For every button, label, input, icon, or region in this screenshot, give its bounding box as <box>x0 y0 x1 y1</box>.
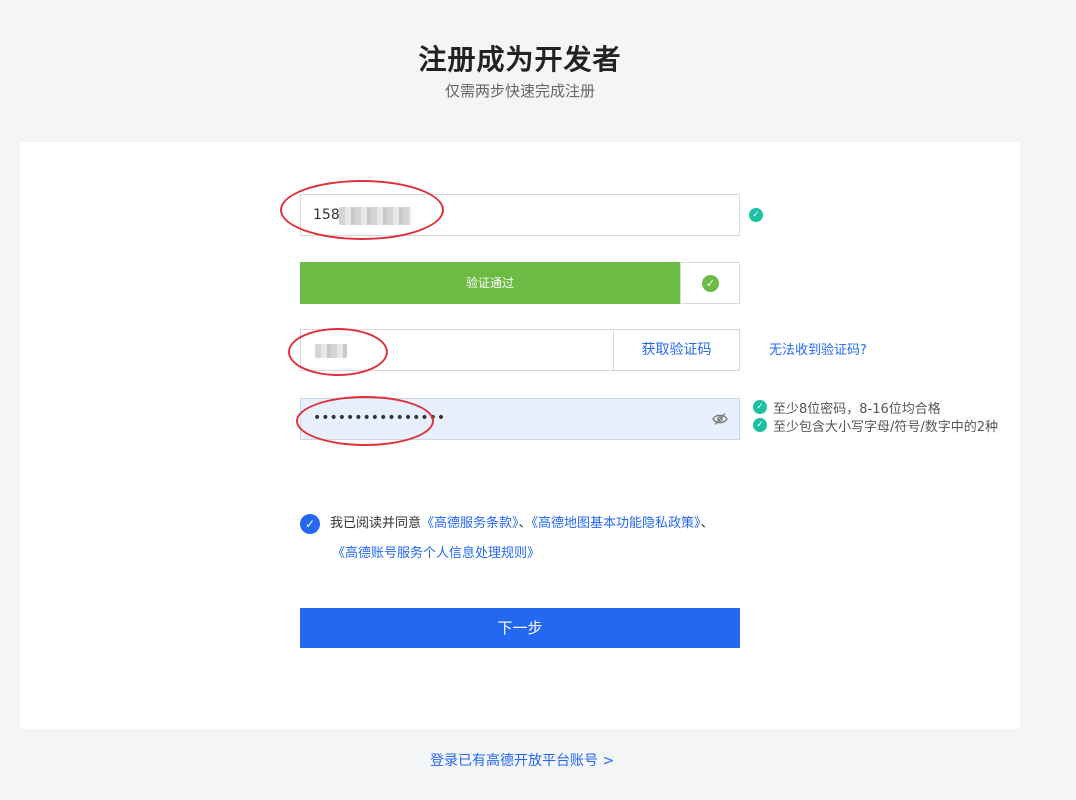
captcha-slider[interactable]: 验证通过 ✓ <box>300 262 740 304</box>
phone-input[interactable]: 158 <box>300 194 740 236</box>
agreement-text: 我已阅读并同意《高德服务条款》、《高德地图基本功能隐私政策》、 <box>330 516 714 531</box>
next-step-button[interactable]: 下一步 <box>300 608 740 648</box>
agreement-checkbox[interactable]: ✓ <box>300 514 320 534</box>
login-existing-account-link[interactable]: 登录已有高德开放平台账号 > <box>430 750 614 770</box>
check-circle-icon: ✓ <box>753 400 767 414</box>
password-hint-charset: ✓ 至少包含大小写字母/符号/数字中的2种 <box>753 416 998 435</box>
registration-card: 158 ✓ 验证通过 ✓ 获取验证码 无法收到验证码? ••••••••••••… <box>20 142 1020 729</box>
phone-valid-icon: ✓ <box>749 208 763 222</box>
eye-off-icon[interactable] <box>712 412 728 426</box>
blurred-code <box>315 344 347 358</box>
page-subtitle: 仅需两步快速完成注册 <box>444 82 595 100</box>
check-circle-icon: ✓ <box>702 275 719 292</box>
password-value: •••••••••••••••• <box>313 410 446 426</box>
agreement-text-line2: 《高德账号服务个人信息处理规则》 <box>332 544 540 564</box>
get-code-button[interactable]: 获取验证码 <box>613 330 739 370</box>
captcha-handle[interactable]: ✓ <box>680 262 740 304</box>
personal-info-rules-link[interactable]: 《高德账号服务个人信息处理规则》 <box>332 546 540 561</box>
password-hint-length: ✓ 至少8位密码，8-16位均合格 <box>753 398 998 417</box>
captcha-status: 验证通过 <box>300 262 680 304</box>
no-code-help-link[interactable]: 无法收到验证码? <box>769 339 867 358</box>
privacy-policy-link[interactable]: 《高德地图基本功能隐私政策》 <box>532 516 701 531</box>
page-title: 注册成为开发者 <box>418 43 622 76</box>
phone-value: 158 <box>313 207 340 223</box>
password-input[interactable]: •••••••••••••••• <box>300 398 740 440</box>
check-circle-icon: ✓ <box>753 418 767 432</box>
password-hints: ✓ 至少8位密码，8-16位均合格 ✓ 至少包含大小写字母/符号/数字中的2种 <box>753 398 998 435</box>
terms-of-service-link[interactable]: 《高德服务条款》 <box>421 516 519 531</box>
blurred-phone-digits <box>339 207 411 225</box>
sms-code-input[interactable]: 获取验证码 <box>300 329 740 371</box>
